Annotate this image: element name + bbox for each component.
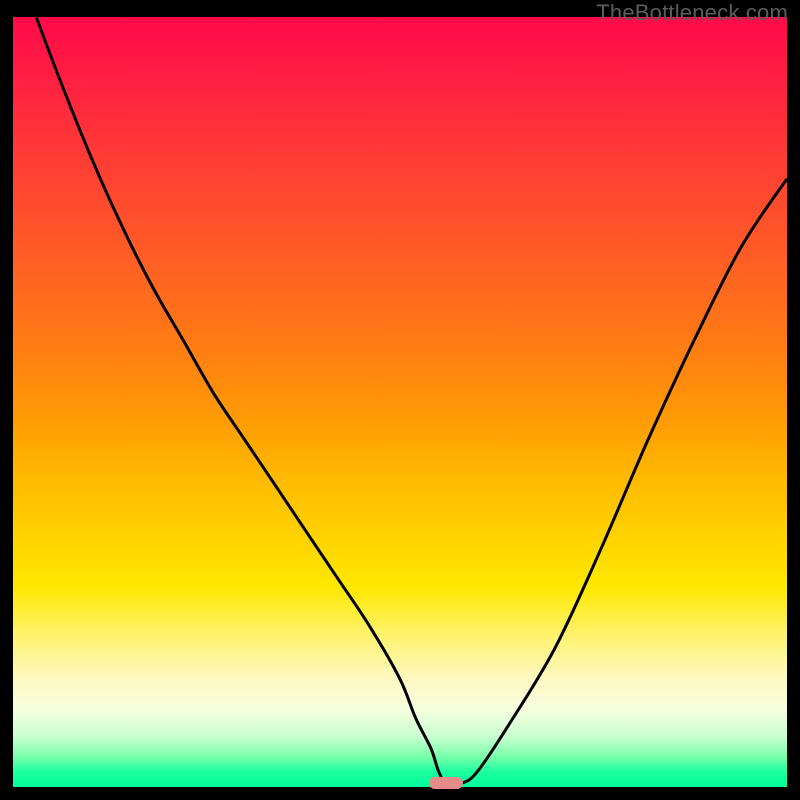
plot-area	[13, 17, 787, 787]
valley-marker	[429, 777, 463, 789]
bottleneck-curve	[13, 17, 787, 787]
watermark-text: TheBottleneck.com	[596, 0, 788, 26]
chart-stage: TheBottleneck.com	[0, 0, 800, 800]
